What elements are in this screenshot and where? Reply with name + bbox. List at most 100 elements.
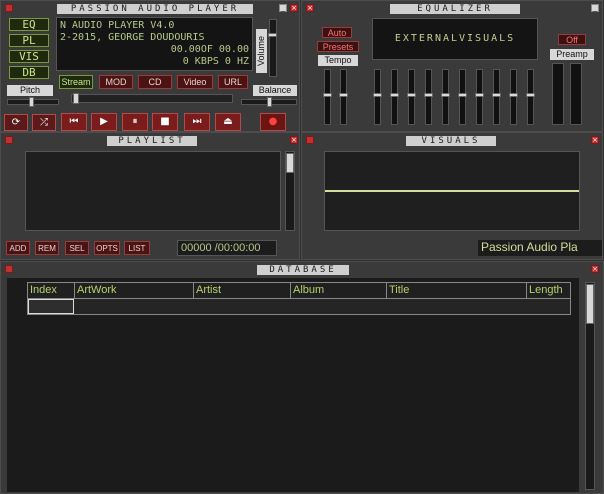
lcd-title-line: N AUDIO PLAYER V4.0 bbox=[60, 20, 175, 31]
auto-button[interactable]: Auto bbox=[322, 27, 352, 38]
video-button[interactable]: Video bbox=[177, 75, 213, 89]
url-button[interactable]: URL bbox=[218, 75, 248, 89]
column-header-index[interactable]: Index bbox=[27, 282, 75, 298]
eq-band-slider[interactable] bbox=[493, 69, 500, 125]
column-header-artist[interactable]: Artist bbox=[194, 282, 291, 298]
column-header-artwork[interactable]: ArtWork bbox=[75, 282, 194, 298]
volume-slider[interactable] bbox=[269, 19, 277, 77]
database-scrollbar-thumb[interactable] bbox=[586, 284, 594, 324]
eq-off-button[interactable]: Off bbox=[558, 34, 586, 45]
table-cell-index-selected[interactable] bbox=[28, 299, 74, 314]
playlist-title: PLAYLIST bbox=[107, 136, 197, 146]
visuals-close-button[interactable]: × bbox=[591, 136, 599, 144]
player-minimize-button[interactable]: _ bbox=[279, 4, 287, 12]
cd-button[interactable]: CD bbox=[138, 75, 172, 89]
play-button[interactable]: ▶ bbox=[91, 113, 117, 131]
equalizer-display-text: EXTERNALVISUALS bbox=[394, 33, 516, 44]
record-button[interactable]: ● bbox=[260, 113, 286, 131]
visuals-window: VISUALS × Passion Audio Pla bbox=[301, 132, 603, 260]
shuffle-button[interactable]: ⤮ bbox=[32, 114, 56, 131]
eq-band-slider[interactable] bbox=[527, 69, 534, 125]
eq-band-knob[interactable] bbox=[441, 93, 450, 97]
player-window: PASSION AUDIO PLAYER _ × EQ PL VIS DB N … bbox=[0, 0, 300, 132]
seek-bar-knob[interactable] bbox=[73, 93, 79, 104]
database-close-button[interactable]: × bbox=[591, 265, 599, 273]
tempo-knob-left[interactable] bbox=[323, 93, 332, 97]
playlist-close-button[interactable]: × bbox=[290, 136, 298, 144]
tempo-knob-right[interactable] bbox=[339, 93, 348, 97]
playlist-add-button[interactable]: ADD bbox=[6, 241, 30, 255]
eq-band-slider[interactable] bbox=[391, 69, 398, 125]
eq-band-knob[interactable] bbox=[509, 93, 518, 97]
tempo-slider-right[interactable] bbox=[340, 69, 347, 125]
player-menu-button[interactable] bbox=[5, 4, 13, 12]
database-menu-button[interactable] bbox=[5, 265, 13, 273]
eq-band-slider[interactable] bbox=[442, 69, 449, 125]
db-toggle-button[interactable]: DB bbox=[9, 66, 49, 79]
player-title: PASSION AUDIO PLAYER bbox=[57, 4, 253, 14]
pitch-slider-knob[interactable] bbox=[29, 97, 34, 107]
playlist-remove-button[interactable]: REM bbox=[35, 241, 59, 255]
balance-slider-knob[interactable] bbox=[267, 97, 272, 107]
volume-slider-knob[interactable] bbox=[268, 33, 277, 37]
eq-band-knob[interactable] bbox=[492, 93, 501, 97]
pitch-label: Pitch bbox=[7, 85, 53, 96]
column-header-title[interactable]: Title bbox=[387, 282, 527, 298]
equalizer-minimize-button[interactable]: _ bbox=[591, 4, 599, 12]
visuals-status-text: Passion Audio Pla bbox=[478, 240, 602, 256]
tempo-slider-left[interactable] bbox=[324, 69, 331, 125]
vis-toggle-button[interactable]: VIS bbox=[9, 50, 49, 63]
pl-toggle-button[interactable]: PL bbox=[9, 34, 49, 47]
equalizer-window: × EQUALIZER _ Auto Presets Tempo EXTERNA… bbox=[301, 0, 603, 132]
seek-bar[interactable] bbox=[71, 94, 233, 103]
balance-label: Balance bbox=[253, 85, 297, 96]
equalizer-close-button[interactable]: × bbox=[306, 4, 314, 12]
eject-button[interactable]: ⏏ bbox=[215, 113, 241, 131]
pause-button[interactable]: ⏸ bbox=[122, 113, 148, 131]
eq-band-slider[interactable] bbox=[476, 69, 483, 125]
eq-band-knob[interactable] bbox=[526, 93, 535, 97]
eq-band-slider[interactable] bbox=[408, 69, 415, 125]
mod-button[interactable]: MOD bbox=[99, 75, 133, 89]
visuals-menu-button[interactable] bbox=[306, 136, 314, 144]
eq-band-slider[interactable] bbox=[510, 69, 517, 125]
preamp-slider-right[interactable] bbox=[570, 63, 582, 125]
column-header-album[interactable]: Album bbox=[291, 282, 387, 298]
column-header-length[interactable]: Length bbox=[527, 282, 571, 298]
playlist-scrollbar-thumb[interactable] bbox=[286, 153, 294, 173]
stream-button[interactable]: Stream bbox=[59, 75, 93, 89]
eq-band-knob[interactable] bbox=[373, 93, 382, 97]
presets-button[interactable]: Presets bbox=[317, 41, 359, 52]
eq-band-slider[interactable] bbox=[459, 69, 466, 125]
playlist-time-display: 00000 /00:00:00 bbox=[177, 240, 277, 256]
lcd-bitrate-line: 0 KBPS 0 HZ bbox=[182, 56, 249, 67]
previous-button[interactable]: ⏮ bbox=[61, 113, 87, 131]
preamp-slider-left[interactable] bbox=[552, 63, 564, 125]
equalizer-display: EXTERNALVISUALS bbox=[372, 18, 538, 60]
playlist-menu-button[interactable] bbox=[5, 136, 13, 144]
preamp-label: Preamp bbox=[550, 49, 594, 60]
eq-band-knob[interactable] bbox=[458, 93, 467, 97]
repeat-button[interactable]: ⟳ bbox=[4, 114, 28, 131]
volume-label: Volume bbox=[256, 29, 267, 73]
stop-button[interactable]: ■ bbox=[152, 113, 178, 131]
eq-toggle-button[interactable]: EQ bbox=[9, 18, 49, 31]
eq-band-slider[interactable] bbox=[374, 69, 381, 125]
database-title: DATABASE bbox=[257, 265, 349, 275]
visuals-area[interactable] bbox=[324, 151, 580, 231]
next-button[interactable]: ⏭ bbox=[184, 113, 210, 131]
playlist-list-button[interactable]: LIST bbox=[124, 241, 150, 255]
visuals-waveform bbox=[325, 190, 579, 192]
table-row[interactable] bbox=[27, 298, 571, 315]
eq-band-knob[interactable] bbox=[424, 93, 433, 97]
lcd-author-line: 2-2015, GEORGE DOUDOURIS bbox=[60, 32, 205, 43]
player-close-button[interactable]: × bbox=[290, 4, 298, 12]
eq-band-knob[interactable] bbox=[407, 93, 416, 97]
playlist-area[interactable] bbox=[25, 151, 281, 231]
playlist-select-button[interactable]: SEL bbox=[65, 241, 89, 255]
eq-band-slider[interactable] bbox=[425, 69, 432, 125]
eq-band-knob[interactable] bbox=[475, 93, 484, 97]
playlist-options-button[interactable]: OPTS bbox=[94, 241, 120, 255]
tempo-label: Tempo bbox=[318, 55, 358, 66]
eq-band-knob[interactable] bbox=[390, 93, 399, 97]
